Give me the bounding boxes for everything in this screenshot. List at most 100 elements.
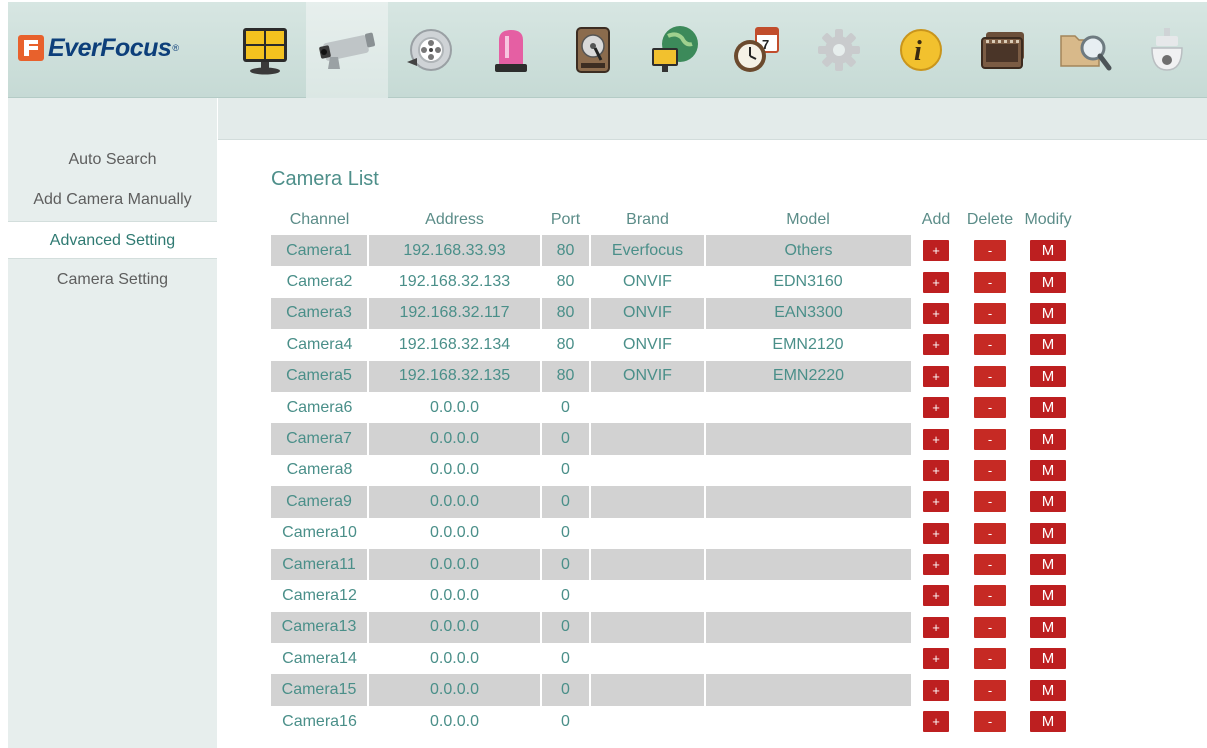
sidebar-item-add-camera-manually[interactable]: Add Camera Manually: [8, 181, 217, 219]
modify-camera-button-cell: M: [1019, 298, 1077, 329]
table-header-row: Channel Address Port Brand Model Add Del…: [271, 205, 1077, 235]
delete-camera-button[interactable]: -: [974, 271, 1006, 293]
cell-channel: Camera4: [286, 335, 353, 353]
modify-camera-button[interactable]: M: [1030, 302, 1066, 324]
delete-camera-button[interactable]: -: [974, 648, 1006, 670]
cell-model: [705, 706, 911, 737]
sidebar-item-auto-search[interactable]: Auto Search: [8, 141, 217, 179]
modify-camera-button[interactable]: M: [1030, 240, 1066, 262]
delete-camera-button[interactable]: -: [974, 679, 1006, 701]
delete-camera-button[interactable]: -: [974, 334, 1006, 356]
delete-camera-button[interactable]: -: [974, 365, 1006, 387]
cell-address: 192.168.32.133: [398, 273, 511, 291]
delete-camera-button[interactable]: -: [974, 616, 1006, 638]
cell-address: 0.0.0.0: [368, 486, 542, 518]
cell-brand: ONVIF: [590, 360, 706, 392]
ptz-dome-icon[interactable]: [1126, 2, 1207, 98]
add-camera-button[interactable]: +: [923, 459, 949, 481]
film-strip-icon[interactable]: [962, 2, 1044, 98]
delete-camera-button[interactable]: -: [974, 302, 1006, 324]
modify-camera-button[interactable]: M: [1030, 459, 1066, 481]
add-camera-button-cell: +: [911, 235, 961, 266]
cell-brand: [590, 706, 705, 737]
sidebar-item-camera-setting[interactable]: Camera Setting: [8, 261, 217, 299]
add-camera-button[interactable]: +: [923, 711, 949, 733]
cell-model: [705, 643, 911, 674]
modify-camera-button[interactable]: M: [1030, 554, 1066, 576]
add-camera-button[interactable]: +: [923, 397, 949, 419]
table-row: Camera10 0.0.0.0 0 + - M: [271, 518, 1077, 549]
delete-camera-button[interactable]: -: [974, 240, 1006, 262]
modify-camera-button-cell: M: [1019, 674, 1077, 705]
cell-address: 192.168.32.135: [368, 360, 542, 392]
add-camera-button[interactable]: +: [923, 302, 949, 324]
delete-camera-button[interactable]: -: [974, 711, 1006, 733]
add-camera-button[interactable]: +: [923, 271, 949, 293]
add-camera-button[interactable]: +: [923, 679, 949, 701]
modify-camera-button[interactable]: M: [1030, 365, 1066, 387]
delete-camera-button[interactable]: -: [974, 397, 1006, 419]
add-camera-button-cell: +: [911, 486, 961, 517]
cell-port: 80: [556, 273, 575, 291]
delete-camera-button[interactable]: -: [974, 554, 1006, 576]
live-view-icon[interactable]: [224, 2, 306, 98]
add-camera-button[interactable]: +: [923, 491, 949, 513]
modify-camera-button[interactable]: M: [1030, 397, 1066, 419]
cell-model: EDN3160: [773, 273, 843, 291]
sidebar-item-advanced-setting[interactable]: Advanced Setting: [8, 221, 217, 259]
add-camera-button[interactable]: +: [923, 334, 949, 356]
cell-model: EMN2120: [772, 335, 844, 353]
modify-camera-button-cell: M: [1019, 392, 1077, 423]
cell-brand: [590, 611, 706, 644]
cell-port: 80: [541, 360, 591, 392]
add-camera-button-cell: +: [911, 266, 961, 297]
playback-reel-icon[interactable]: [388, 2, 470, 98]
search-folder-icon[interactable]: [1044, 2, 1126, 98]
modify-camera-button[interactable]: M: [1030, 491, 1066, 513]
add-camera-button[interactable]: +: [923, 616, 949, 638]
modify-camera-button[interactable]: M: [1030, 522, 1066, 544]
add-camera-button[interactable]: +: [923, 240, 949, 262]
delete-camera-button[interactable]: -: [974, 522, 1006, 544]
add-camera-button[interactable]: +: [923, 365, 949, 387]
table-row: Camera6 0.0.0.0 0 + - M: [271, 392, 1077, 423]
delete-camera-button[interactable]: -: [974, 585, 1006, 607]
hard-disk-icon[interactable]: [552, 2, 634, 98]
table-row: Camera4 192.168.32.134 80 ONVIF EMN2120 + - M: [271, 329, 1077, 360]
cell-channel: Camera7: [271, 423, 369, 455]
network-globe-icon[interactable]: [634, 2, 716, 98]
delete-camera-button[interactable]: -: [974, 491, 1006, 513]
add-camera-button[interactable]: +: [923, 554, 949, 576]
modify-camera-button[interactable]: M: [1030, 585, 1066, 607]
table-row: Camera16 0.0.0.0 0 + - M: [271, 706, 1077, 737]
column-header-add: Add: [921, 211, 951, 228]
logo-registered-mark: ®: [172, 43, 179, 53]
alarm-light-icon[interactable]: [470, 2, 552, 98]
modify-camera-button-cell: M: [1019, 361, 1077, 392]
delete-camera-button[interactable]: -: [974, 428, 1006, 450]
table-row: Camera9 0.0.0.0 0 + - M: [271, 486, 1077, 518]
delete-camera-button-cell: -: [961, 361, 1019, 392]
cell-model: Others: [705, 235, 911, 267]
modify-camera-button[interactable]: M: [1030, 428, 1066, 450]
modify-camera-button[interactable]: M: [1030, 711, 1066, 733]
delete-camera-button-cell: -: [961, 266, 1019, 297]
cell-address: 192.168.32.134: [398, 335, 511, 353]
column-header-brand: Brand: [626, 211, 669, 228]
modify-camera-button[interactable]: M: [1030, 679, 1066, 701]
modify-camera-button[interactable]: M: [1030, 271, 1066, 293]
modify-camera-button[interactable]: M: [1030, 616, 1066, 638]
modify-camera-button-cell: M: [1019, 266, 1077, 297]
cell-port: 0: [561, 649, 570, 667]
modify-camera-button[interactable]: M: [1030, 648, 1066, 670]
settings-gear-icon[interactable]: [798, 2, 880, 98]
delete-camera-button[interactable]: -: [974, 459, 1006, 481]
schedule-clock-calendar-icon[interactable]: 7: [716, 2, 798, 98]
add-camera-button[interactable]: +: [923, 585, 949, 607]
add-camera-button[interactable]: +: [923, 428, 949, 450]
info-icon[interactable]: i: [880, 2, 962, 98]
camera-icon[interactable]: [306, 2, 388, 98]
add-camera-button[interactable]: +: [923, 522, 949, 544]
modify-camera-button[interactable]: M: [1030, 334, 1066, 356]
add-camera-button[interactable]: +: [923, 648, 949, 670]
